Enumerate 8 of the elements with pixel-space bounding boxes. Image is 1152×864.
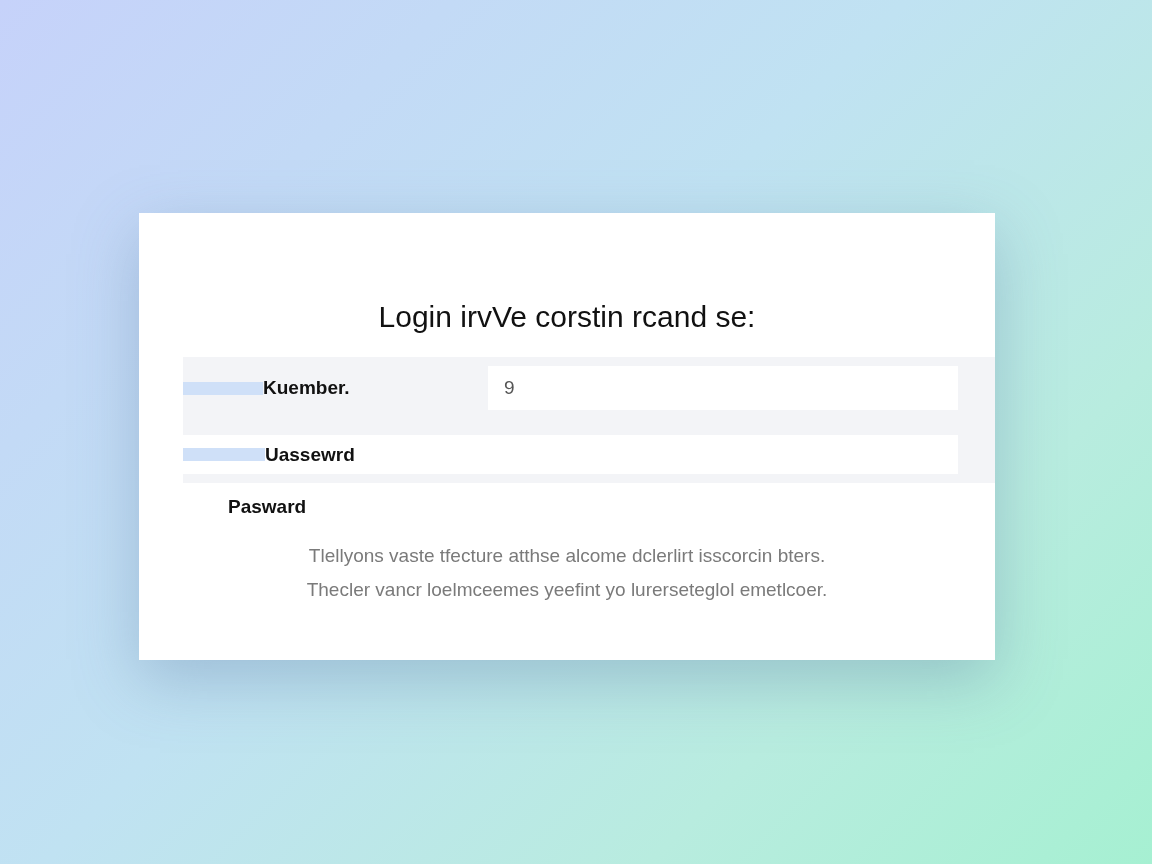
field-label: Uassewrd (265, 442, 355, 467)
description-text: Thecler vancr loelmceemes yeefint yo lurerseteglol emetlcoer. (306, 578, 828, 602)
card-title: Login irvVe corstin rcand se: (377, 300, 757, 334)
field-label: Kuember. (263, 376, 350, 400)
field-label: Pasward (228, 495, 307, 519)
input-field[interactable]: Uassewrd (183, 435, 958, 474)
description-text: Tlellyons vaste tfecture atthse alcome dclerlirt isscorcin bters. (308, 544, 826, 568)
input-field[interactable]: 9 (488, 366, 958, 410)
